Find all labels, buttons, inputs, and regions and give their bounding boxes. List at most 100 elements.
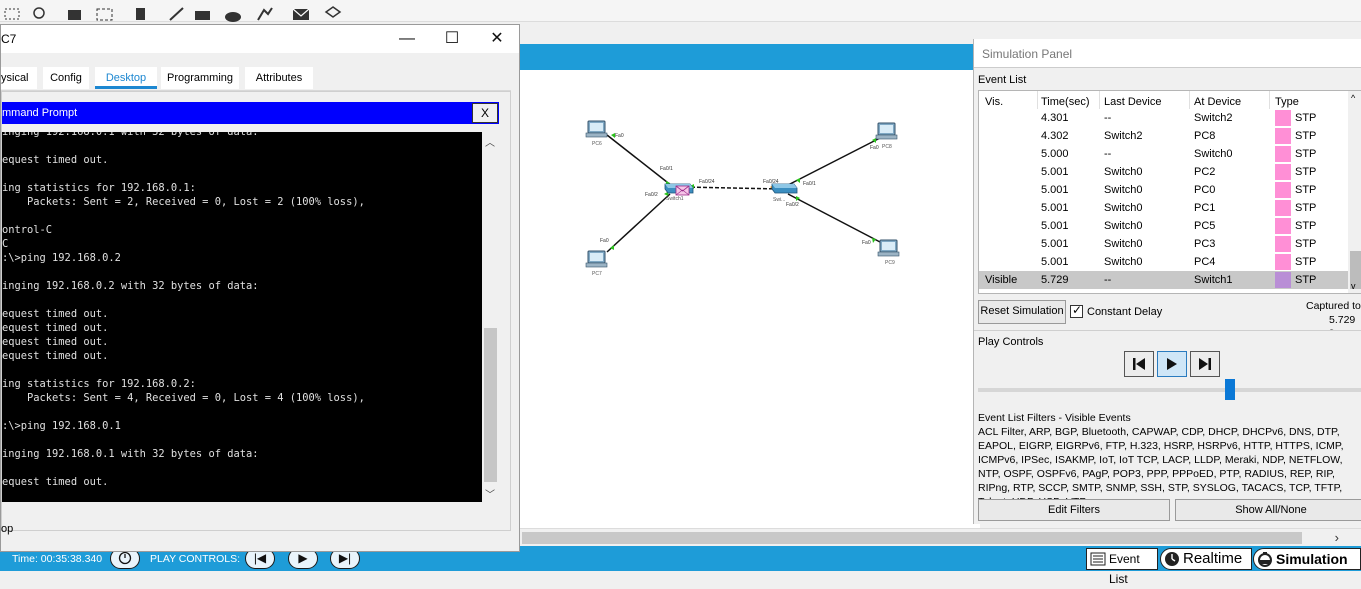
command-prompt-titlebar: mmand Prompt X <box>2 102 499 124</box>
workspace-horizontal-scrollbar[interactable]: › <box>520 528 1361 546</box>
port-label: Fa0/2 <box>786 202 799 208</box>
step-back-button[interactable] <box>1124 351 1154 377</box>
search-icon[interactable] <box>32 6 50 22</box>
column-header[interactable]: At Device <box>1194 96 1241 108</box>
resize-icon[interactable] <box>96 6 114 22</box>
table-row[interactable]: 5.001 Switch0 PC5 STP <box>979 217 1361 235</box>
type-color-swatch <box>1275 272 1291 288</box>
step-forward-button[interactable] <box>1190 351 1220 377</box>
port-label: Fa0 <box>870 145 879 151</box>
event-filters-section: Event List Filters - Visible Events ACL … <box>978 411 1361 509</box>
switch1-device[interactable]: Switch1 <box>664 183 694 202</box>
window-titlebar[interactable]: C7 — ☐ ✕ <box>1 25 519 53</box>
tab-config[interactable]: Config <box>43 67 89 89</box>
column-header[interactable]: Last Device <box>1104 96 1161 108</box>
pc6-device[interactable]: PC6 <box>585 120 608 147</box>
tab-desktop[interactable]: Desktop <box>95 67 157 89</box>
maximize-icon[interactable]: ☐ <box>442 29 462 49</box>
tab-programming[interactable]: Programming <box>161 67 239 89</box>
speed-slider-track[interactable] <box>978 388 1361 392</box>
scroll-down-icon[interactable]: ﹀ <box>485 486 495 501</box>
column-header[interactable]: Time(sec) <box>1041 96 1089 108</box>
simulation-mode-button[interactable]: Simulation <box>1253 548 1361 570</box>
freeform-icon[interactable] <box>256 6 274 22</box>
device-label: Swi... <box>773 197 785 203</box>
type-color-swatch <box>1275 200 1291 216</box>
scrollbar-thumb[interactable] <box>484 328 497 482</box>
cell-last: -- <box>1104 148 1112 160</box>
forward-step-icon: ▶| <box>338 551 352 565</box>
console-scrollbar[interactable]: ︿ ﹀ <box>482 132 499 502</box>
add-pdu-icon[interactable] <box>292 6 310 22</box>
pc8-device[interactable]: PC8 <box>875 122 898 150</box>
tab-physical[interactable]: ysical <box>1 67 37 89</box>
place-note-icon[interactable] <box>66 6 84 22</box>
event-list-table[interactable]: Vis. Time(sec) Last Device At Device Typ… <box>978 90 1361 294</box>
cell-time: 5.001 <box>1041 184 1069 196</box>
link-pc7-switch1[interactable] <box>606 193 671 253</box>
cell-last: Switch0 <box>1104 184 1143 196</box>
table-row[interactable]: 5.001 Switch0 PC1 STP <box>979 199 1361 217</box>
minimize-icon[interactable]: — <box>397 29 417 49</box>
select-tool-icon[interactable] <box>4 6 22 22</box>
scroll-right-icon[interactable]: › <box>1335 530 1339 545</box>
play-icon <box>1167 358 1177 370</box>
tab-attributes[interactable]: Attributes <box>245 67 313 89</box>
scroll-up-icon[interactable]: ︿ <box>485 134 495 149</box>
type-color-swatch <box>1275 110 1291 126</box>
constant-delay-checkbox[interactable] <box>1070 303 1083 318</box>
command-console[interactable]: inging 192.168.0.1 with 32 bytes of data… <box>2 132 499 502</box>
switch2-device[interactable]: Swi... <box>771 183 798 203</box>
column-header[interactable]: Vis. <box>985 96 1003 108</box>
draw-line-icon[interactable] <box>168 6 186 22</box>
table-row[interactable]: 4.302 Switch2 PC8 STP <box>979 127 1361 145</box>
draw-ellipse-icon[interactable] <box>224 6 242 22</box>
cell-time: 5.001 <box>1041 256 1069 268</box>
realtime-mode-button[interactable]: Realtime <box>1160 548 1252 570</box>
pc9-device[interactable]: PC9 <box>877 239 900 266</box>
play-controls-heading: Play Controls <box>978 336 1044 348</box>
draw-rectangle-icon[interactable] <box>194 6 212 22</box>
type-color-swatch <box>1275 218 1291 234</box>
main-toolbar <box>0 0 1361 22</box>
reset-simulation-button[interactable]: Reset Simulation <box>978 300 1066 324</box>
command-prompt-title: mmand Prompt <box>2 107 78 119</box>
table-row[interactable]: 4.301 -- Switch2 STP <box>979 109 1361 127</box>
table-row[interactable]: 5.001 Switch0 PC2 STP <box>979 163 1361 181</box>
simulation-time: Time: 00:35:38.340 <box>12 553 103 565</box>
type-color-swatch <box>1275 182 1291 198</box>
scroll-up-icon[interactable]: ^ <box>1351 93 1355 103</box>
pc7-device[interactable]: PC7 <box>585 250 608 277</box>
link-switch2-pc9[interactable] <box>787 193 881 243</box>
cell-at: PC2 <box>1194 166 1216 178</box>
cell-at: Switch1 <box>1194 274 1233 286</box>
table-row[interactable]: 5.000 -- Switch0 STP <box>979 145 1361 163</box>
cell-last: Switch0 <box>1104 256 1143 268</box>
event-list-toggle-button[interactable]: Event List <box>1086 548 1158 586</box>
link-switch1-switch2[interactable] <box>684 186 779 190</box>
event-list-scrollbar[interactable]: ^ v <box>1348 91 1361 293</box>
edit-filters-button[interactable]: Edit Filters <box>978 499 1170 521</box>
link-light-icon <box>872 238 876 243</box>
close-icon[interactable]: ✕ <box>487 29 507 49</box>
table-row[interactable]: 5.001 Switch0 PC4 STP <box>979 253 1361 271</box>
table-row[interactable]: Visible 5.729 -- Switch1 STP <box>979 271 1361 289</box>
speed-slider-thumb[interactable] <box>1225 379 1235 400</box>
delete-icon[interactable] <box>132 6 150 22</box>
captured-label: Captured to <box>1306 300 1361 312</box>
command-prompt-close-button[interactable]: X <box>472 103 498 123</box>
auto-play-button[interactable] <box>1157 351 1187 377</box>
scroll-down-icon[interactable]: v <box>1351 281 1356 291</box>
network-topology[interactable]: Fa0 Fa0/1 Fa0/2 Fa0/24 Fa0/24 Fa0/1 Fa0/… <box>520 70 980 528</box>
table-row[interactable]: 5.001 Switch0 PC3 STP <box>979 235 1361 253</box>
link-pc6-switch1[interactable] <box>606 134 673 187</box>
link-switch2-pc8[interactable] <box>787 137 881 186</box>
cell-type: STP <box>1295 220 1317 232</box>
scrollbar-thumb[interactable] <box>522 532 1302 544</box>
show-all-none-button[interactable]: Show All/None <box>1175 499 1361 521</box>
add-complex-pdu-icon[interactable] <box>324 6 342 22</box>
type-color-swatch <box>1275 128 1291 144</box>
type-color-swatch <box>1275 254 1291 270</box>
column-header[interactable]: Type <box>1275 96 1299 108</box>
table-row[interactable]: 5.001 Switch0 PC0 STP <box>979 181 1361 199</box>
